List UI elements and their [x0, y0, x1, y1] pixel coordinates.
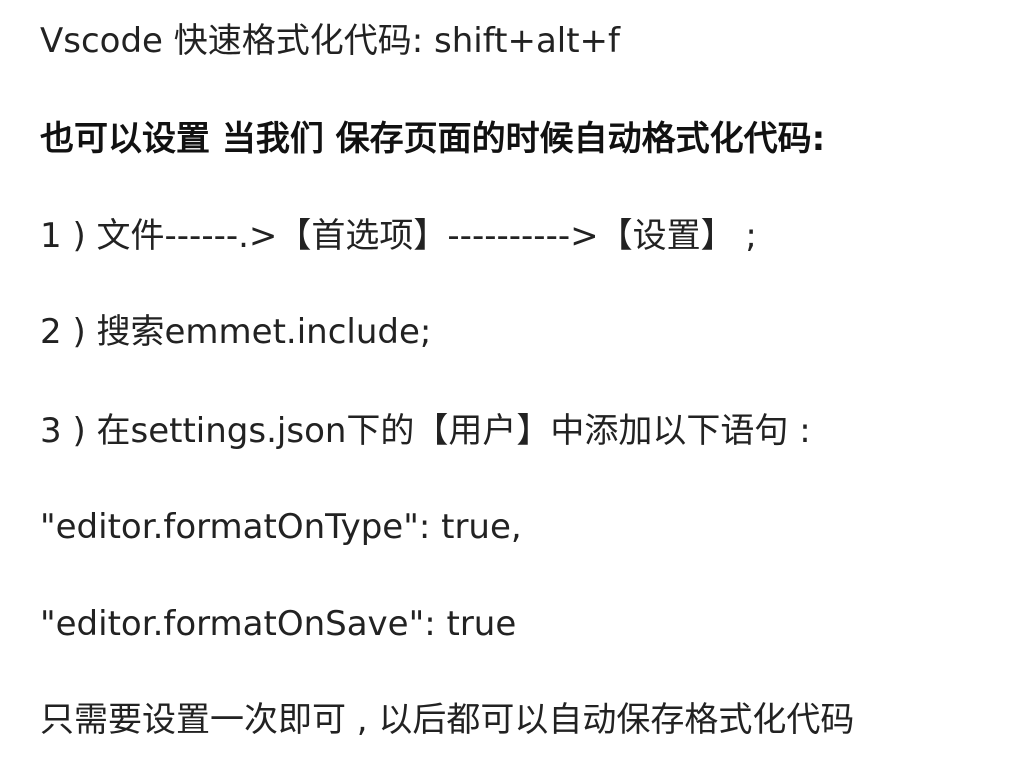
closing-note-line: 只需要设置一次即可 , 以后都可以自动保存格式化代码 — [40, 700, 855, 740]
step-2-line: 2 ) 搜索emmet.include; — [40, 312, 432, 352]
auto-format-heading: 也可以设置 当我们 保存页面的时候自动格式化代码: — [40, 119, 826, 159]
setting-format-on-type-line: "editor.formatOnType": true, — [40, 507, 522, 547]
setting-format-on-save-line: "editor.formatOnSave": true — [40, 604, 517, 644]
shortcut-line: Vscode 快速格式化代码: shift+alt+f — [40, 21, 621, 61]
step-3-line: 3 ) 在settings.json下的【用户】中添加以下语句 : — [40, 411, 811, 451]
document-body: Vscode 快速格式化代码: shift+alt+f 也可以设置 当我们 保存… — [40, 0, 1020, 760]
step-1-line: 1 ) 文件------.>【首选项】---------->【设置】 ; — [40, 216, 757, 256]
